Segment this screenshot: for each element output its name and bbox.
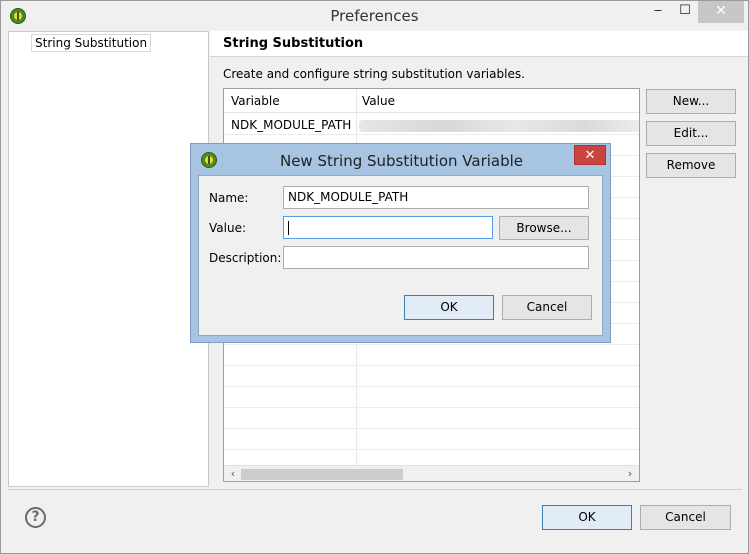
column-header-value[interactable]: Value: [362, 94, 395, 108]
row-divider: [224, 386, 639, 387]
footer-divider: [8, 489, 742, 490]
cell-value-obscured: [359, 120, 639, 132]
dialog-ok-button[interactable]: OK: [404, 295, 494, 320]
tree-item-string-substitution[interactable]: String Substitution: [31, 34, 152, 52]
horizontal-scrollbar[interactable]: ‹ ›: [224, 465, 639, 481]
title-bar: Preferences ‒ ☐ ✕: [1, 1, 748, 31]
page-title: String Substitution: [223, 36, 364, 51]
page-description: Create and configure string substitution…: [223, 67, 525, 81]
value-field[interactable]: [283, 216, 493, 239]
row-divider: [224, 407, 639, 408]
dialog-cancel-button[interactable]: Cancel: [502, 295, 592, 320]
table-header: Variable Value: [224, 89, 639, 113]
browse-button[interactable]: Browse...: [499, 216, 589, 240]
name-label: Name:: [209, 191, 249, 205]
column-header-variable[interactable]: Variable: [231, 94, 280, 108]
preferences-tree: String Substitution: [8, 31, 209, 487]
dialog-title: New String Substitution Variable: [279, 152, 524, 170]
help-icon[interactable]: ?: [25, 507, 46, 528]
minimize-button[interactable]: ‒: [644, 1, 672, 23]
row-divider: [224, 134, 639, 135]
cell-variable: NDK_MODULE_PATH: [231, 118, 352, 132]
row-divider: [224, 344, 639, 345]
maximize-button[interactable]: ☐: [671, 1, 699, 23]
preferences-window: Preferences ‒ ☐ ✕ String Substitution St…: [0, 0, 749, 554]
cancel-button[interactable]: Cancel: [640, 505, 731, 530]
row-divider: [224, 428, 639, 429]
description-label: Description:: [209, 251, 282, 265]
remove-button[interactable]: Remove: [646, 153, 736, 178]
new-variable-dialog: New String Substitution Variable ✕ Name:…: [190, 143, 611, 343]
edit-button[interactable]: Edit...: [646, 121, 736, 146]
dialog-close-button[interactable]: ✕: [574, 145, 606, 165]
value-label: Value:: [209, 221, 246, 235]
row-divider: [224, 449, 639, 450]
scroll-right-icon[interactable]: ›: [622, 466, 638, 481]
row-divider: [224, 365, 639, 366]
ok-button[interactable]: OK: [542, 505, 632, 530]
page-header: String Substitution: [210, 31, 748, 57]
dialog-body: Name: NDK_MODULE_PATH Value: Browse... D…: [198, 175, 603, 336]
window-title: Preferences: [330, 7, 419, 25]
name-field[interactable]: NDK_MODULE_PATH: [283, 186, 589, 209]
close-button[interactable]: ✕: [698, 1, 744, 23]
text-caret: [288, 221, 289, 235]
description-field[interactable]: [283, 246, 589, 269]
scroll-left-icon[interactable]: ‹: [225, 466, 241, 481]
scrollbar-thumb[interactable]: [241, 469, 403, 480]
new-button[interactable]: New...: [646, 89, 736, 114]
